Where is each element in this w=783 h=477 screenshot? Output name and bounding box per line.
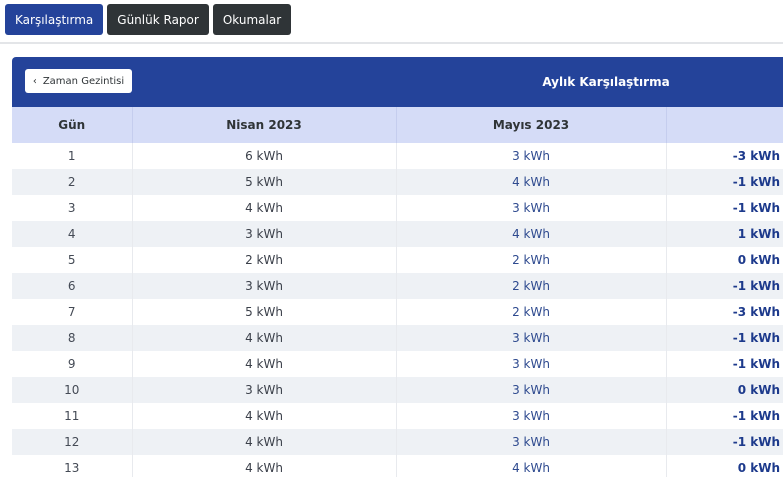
difference-cell: -1 kWh [666, 351, 783, 377]
month-b-cell: 3 kWh [396, 325, 667, 351]
day-cell: 2 [12, 169, 133, 195]
month-a-cell: 4 kWh [132, 351, 397, 377]
time-travel-label: Zaman Gezintisi [42, 75, 125, 87]
month-a-cell: 3 kWh [132, 377, 397, 403]
header-difference[interactable] [666, 107, 783, 143]
difference-cell: -1 kWh [666, 403, 783, 429]
header-month-b[interactable]: Mayıs 2023 [396, 107, 667, 143]
difference-cell: 0 kWh [666, 455, 783, 477]
day-cell: 6 [12, 273, 133, 299]
month-a-cell: 4 kWh [132, 455, 397, 477]
table-row: 34 kWh 3 kWh -1 kWh [12, 195, 783, 221]
day-cell: 10 [12, 377, 133, 403]
day-cell: 5 [12, 247, 133, 273]
header-month-a[interactable]: Nisan 2023 [132, 107, 397, 143]
table-row: 12 4 kWh 3 kWh -1 kWh [12, 429, 783, 455]
month-a-cell: 2 kWh [132, 247, 397, 273]
table-row: 75 kWh 2 kWh -3 kWh [12, 299, 783, 325]
month-b-cell: 3 kWh [396, 143, 667, 169]
month-a-cell: 5 kWh [132, 169, 397, 195]
day-cell: 12 [12, 429, 133, 455]
difference-cell: -3 kWh [666, 143, 783, 169]
month-a-cell: 6 kWh [132, 143, 397, 169]
table-row: 10 3 kWh 3 kWh 0 kWh [12, 377, 783, 403]
month-b-cell: 3 kWh [396, 429, 667, 455]
table-row: 63 kWh 2 kWh -1 kWh [12, 273, 783, 299]
day-cell: 3 [12, 195, 133, 221]
month-b-cell: 3 kWh [396, 403, 667, 429]
day-cell: 8 [12, 325, 133, 351]
month-b-cell: 4 kWh [396, 169, 667, 195]
difference-cell: -1 kWh [666, 325, 783, 351]
month-b-cell: 3 kWh [396, 377, 667, 403]
difference-cell: -3 kWh [666, 299, 783, 325]
difference-cell: -1 kWh [666, 429, 783, 455]
table-row: 13 4 kWh 4 kWh 0 kWh [12, 455, 783, 477]
month-a-cell: 3 kWh [132, 221, 397, 247]
month-b-cell: 4 kWh [396, 455, 667, 477]
tab-divider [0, 42, 783, 44]
header-day[interactable]: Gün [12, 107, 133, 143]
table-row: 94 kWh 3 kWh -1 kWh [12, 351, 783, 377]
table-row: 84 kWh 3 kWh -1 kWh [12, 325, 783, 351]
day-cell: 4 [12, 221, 133, 247]
table-row: 16 kWh 3 kWh -3 kWh [12, 143, 783, 169]
table-row: 25 kWh 4 kWh -1 kWh [12, 169, 783, 195]
month-b-cell: 3 kWh [396, 351, 667, 377]
tab-okumalar[interactable]: Okumalar [212, 4, 292, 35]
comparison-panel: ‹ Zaman Gezintisi Aylık Karşılaştırma Gü… [12, 57, 783, 477]
chevron-left-icon: ‹ [32, 75, 37, 87]
day-cell: 13 [12, 455, 133, 477]
tab-karsilastirma[interactable]: Karşılaştırma [5, 4, 104, 35]
month-a-cell: 4 kWh [132, 195, 397, 221]
month-a-cell: 3 kWh [132, 273, 397, 299]
table-row: 43 kWh 4 kWh 1 kWh [12, 221, 783, 247]
comparison-table: Gün Nisan 2023 Mayıs 2023 16 kWh 3 kWh -3 … [12, 107, 783, 477]
difference-cell: 0 kWh [666, 247, 783, 273]
month-b-cell: 4 kWh [396, 221, 667, 247]
panel-title: Aylık Karşılaştırma [542, 75, 670, 89]
table-row: 11 4 kWh 3 kWh -1 kWh [12, 403, 783, 429]
tab-gunluk-rapor[interactable]: Günlük Rapor [107, 4, 209, 35]
month-b-cell: 2 kWh [396, 299, 667, 325]
difference-cell: -1 kWh [666, 195, 783, 221]
time-travel-button[interactable]: ‹ Zaman Gezintisi [25, 69, 132, 93]
month-b-cell: 2 kWh [396, 273, 667, 299]
day-cell: 11 [12, 403, 133, 429]
table-row: 52 kWh 2 kWh 0 kWh [12, 247, 783, 273]
day-cell: 7 [12, 299, 133, 325]
difference-cell: 0 kWh [666, 377, 783, 403]
tab-bar: Karşılaştırma Günlük Rapor Okumalar [5, 4, 292, 35]
month-a-cell: 4 kWh [132, 325, 397, 351]
difference-cell: -1 kWh [666, 169, 783, 195]
month-a-cell: 4 kWh [132, 429, 397, 455]
day-cell: 1 [12, 143, 133, 169]
month-b-cell: 2 kWh [396, 247, 667, 273]
day-cell: 9 [12, 351, 133, 377]
table-header-row: Gün Nisan 2023 Mayıs 2023 [12, 107, 783, 143]
panel-header: ‹ Zaman Gezintisi Aylık Karşılaştırma [12, 57, 783, 107]
difference-cell: 1 kWh [666, 221, 783, 247]
difference-cell: -1 kWh [666, 273, 783, 299]
month-a-cell: 5 kWh [132, 299, 397, 325]
month-a-cell: 4 kWh [132, 403, 397, 429]
month-b-cell: 3 kWh [396, 195, 667, 221]
